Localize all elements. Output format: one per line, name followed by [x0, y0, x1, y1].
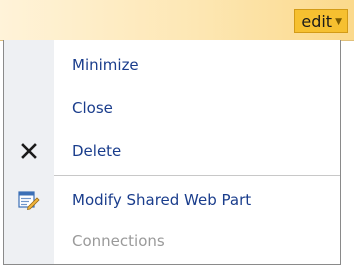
menu-item-connections: Connections	[4, 222, 340, 260]
menu-item-icon-slot	[4, 46, 54, 84]
menu-item-label: Close	[72, 99, 113, 117]
menu-item-label: Connections	[72, 232, 165, 250]
menu-item-icon-slot	[4, 89, 54, 127]
delete-x-icon	[4, 132, 54, 170]
edit-menu-button[interactable]: edit ▼	[294, 9, 348, 33]
menu-item-delete[interactable]: Delete	[4, 132, 340, 170]
menu-separator	[54, 175, 340, 176]
menu-item-label: Delete	[72, 142, 122, 160]
menu-item-close[interactable]: Close	[4, 89, 340, 127]
web-part-page: edit ▼ Minimize Close Delete Modify Shar…	[0, 0, 354, 265]
web-part-title-bar: edit ▼	[0, 0, 354, 41]
web-part-edit-menu: Minimize Close Delete Modify Shared Web …	[3, 40, 341, 265]
menu-item-icon-slot	[4, 222, 54, 260]
chevron-down-icon: ▼	[335, 17, 342, 27]
edit-properties-icon	[4, 181, 54, 219]
menu-item-modify-shared-web-part[interactable]: Modify Shared Web Part	[4, 181, 340, 219]
menu-item-label: Minimize	[72, 56, 139, 74]
menu-item-minimize[interactable]: Minimize	[4, 46, 340, 84]
edit-menu-label: edit	[301, 11, 333, 31]
menu-item-label: Modify Shared Web Part	[72, 191, 252, 209]
